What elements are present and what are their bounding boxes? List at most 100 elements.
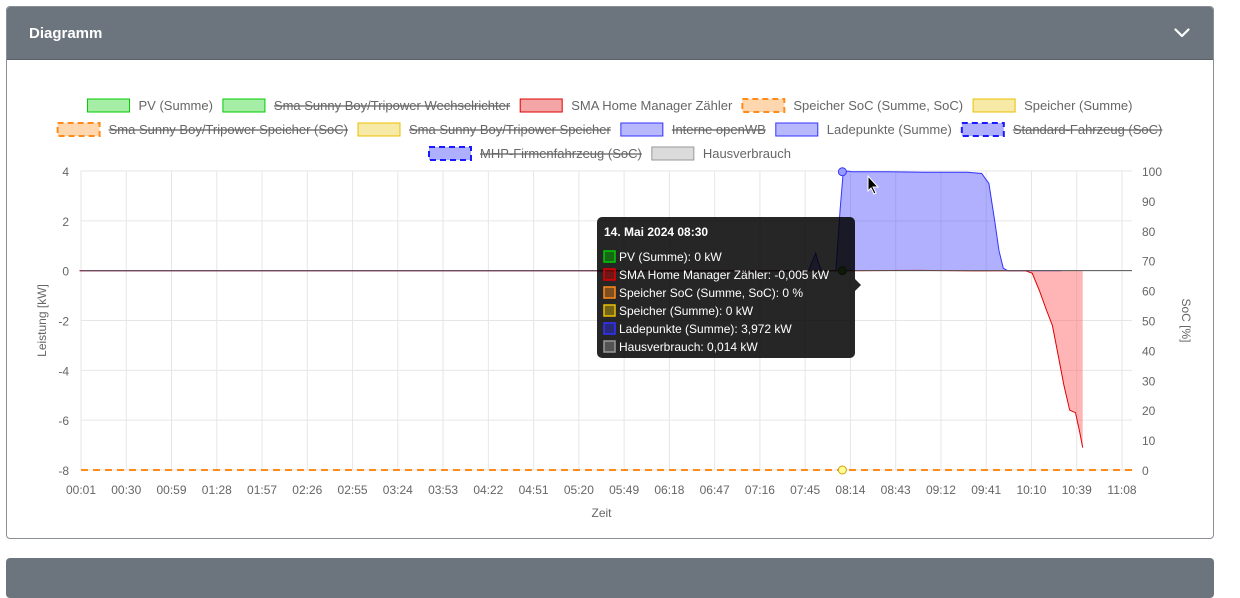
legend-item[interactable]: Sma Sunny Boy/Tripower Wechselrichter [222,98,511,113]
x-tick-label: 06:18 [654,483,684,497]
y2-tick-label: 100 [1142,165,1162,179]
y2-tick-label: 40 [1142,344,1156,358]
legend-item[interactable]: PV (Summe) [87,98,213,113]
y2-tick-label: 80 [1142,225,1156,239]
y-tick-label: -8 [58,464,69,478]
x-tick-label: 01:28 [202,483,232,497]
x-tick-label: 00:30 [111,483,141,497]
x-tick-label: 06:47 [700,483,730,497]
y-tick-label: 4 [62,165,69,179]
tooltip-swatch [603,322,616,335]
y-tick-label: -4 [58,364,69,378]
collapsed-card-header[interactable] [6,558,1214,598]
tooltip-item: Hausverbrauch: 0,014 kW [619,340,758,354]
y2-tick-label: 90 [1142,195,1156,209]
x-tick-label: 02:55 [338,483,368,497]
chart-tooltip: 14. Mai 2024 08:30 PV (Summe): 0 kW SMA Ho… [597,217,861,358]
legend-label: Sma Sunny Boy/Tripower Wechselrichter [274,98,511,113]
card-header[interactable]: Diagramm [7,7,1213,60]
legend-item[interactable]: SMA Home Manager Zähler [519,98,733,113]
x-tick-label: 05:20 [564,483,594,497]
x-tick-label: 04:22 [473,483,503,497]
card-title: Diagramm [29,24,103,42]
y-tick-label: -6 [58,414,69,428]
tooltip-swatch [603,286,616,299]
x-tick-label: 10:39 [1062,483,1092,497]
tooltip-caret [855,279,861,291]
legend-item[interactable]: Speicher SoC (Summe, SoC) [741,98,963,113]
x-tick-label: 01:57 [247,483,277,497]
tooltip-title: 14. Mai 2024 08:30 [604,225,708,239]
diagram-card: Diagramm PV (Summe) Sma Sunny Boy/Tripowe… [6,6,1214,539]
x-tick-label: 09:12 [926,483,956,497]
y2-axis-label: SoC [%] [1179,298,1193,342]
chevron-down-icon[interactable] [1173,24,1191,42]
legend-item[interactable]: Speicher (Summe) [972,98,1132,113]
legend-item[interactable]: MHP-Firmenfahrzeug (SoC) [428,146,642,161]
x-axis-label: Zeit [591,506,612,520]
legend-label: Interne openWB [672,122,766,137]
x-tick-label: 07:45 [790,483,820,497]
x-tick-label: 09:41 [971,483,1001,497]
tooltip-item: Ladepunkte (Summe): 3,972 kW [619,322,792,336]
x-tick-label: 03:53 [428,483,458,497]
x-tick-label: 03:24 [383,483,413,497]
legend-item[interactable]: Interne openWB [620,122,766,137]
tooltip-swatch [603,268,616,281]
legend-swatch [87,98,131,113]
legend-swatch [222,98,266,113]
y-tick-label: 0 [62,265,69,279]
legend-swatch [428,146,473,161]
legend-item[interactable]: Hausverbrauch [651,146,791,161]
y2-tick-label: 50 [1142,315,1156,329]
legend-swatch [972,98,1016,113]
legend-label: Speicher (Summe) [1024,98,1132,113]
legend-label: Sma Sunny Boy/Tripower Speicher [409,122,612,137]
y-tick-label: 2 [62,215,69,229]
x-tick-label: 05:49 [609,483,639,497]
legend-item[interactable]: Sma Sunny Boy/Tripower Speicher [357,122,612,137]
x-tick-label: 07:16 [745,483,775,497]
x-tick-label: 10:10 [1016,483,1046,497]
legend-swatch [56,122,101,137]
x-tick-label: 04:51 [519,483,549,497]
tooltip-item: Speicher (Summe): 0 kW [619,304,754,318]
tooltip-swatch [603,250,616,263]
legend-label: Speicher SoC (Summe, SoC) [793,98,963,113]
legend-swatch [519,98,563,113]
legend-item[interactable]: Sma Sunny Boy/Tripower Speicher (SoC) [56,122,348,137]
legend-label: MHP-Firmenfahrzeug (SoC) [480,146,642,161]
legend-label: PV (Summe) [139,98,213,113]
legend-label: Hausverbrauch [703,146,791,161]
y2-tick-label: 0 [1142,464,1149,478]
legend-label: Standard-Fahrzeug (SoC) [1013,122,1163,137]
chart: PV (Summe) Sma Sunny Boy/Tripower Wechsel… [35,98,1193,520]
legend-swatch [357,122,401,137]
x-tick-label: 00:59 [157,483,187,497]
y2-tick-label: 70 [1142,255,1156,269]
tooltip-item: Speicher SoC (Summe, SoC): 0 % [619,286,803,300]
tooltip-item: PV (Summe): 0 kW [619,250,722,264]
y-tick-label: -2 [58,315,69,329]
tooltip-item: SMA Home Manager Zähler: -0,005 kW [619,268,830,282]
y2-tick-label: 10 [1142,434,1156,448]
tooltip-swatch [603,304,616,317]
x-tick-label: 02:26 [292,483,322,497]
hover-point-ladepunkte [837,167,847,177]
y2-tick-label: 60 [1142,285,1156,299]
y2-tick-label: 30 [1142,374,1156,388]
legend-swatch [960,122,1005,137]
tooltip-swatch [603,340,616,353]
series-zaehler-line [79,269,1084,448]
legend-swatch [775,122,819,137]
x-tick-label: 08:43 [881,483,911,497]
legend-swatch [741,98,786,113]
legend-label: Sma Sunny Boy/Tripower Speicher (SoC) [109,122,348,137]
legend-item[interactable]: Ladepunkte (Summe) [775,122,952,137]
y2-tick-label: 20 [1142,404,1156,418]
x-tick-label: 00:01 [66,483,96,497]
legend-swatch [651,146,695,161]
legend-label: Ladepunkte (Summe) [827,122,952,137]
legend-swatch [620,122,664,137]
legend-item[interactable]: Standard-Fahrzeug (SoC) [960,122,1163,137]
